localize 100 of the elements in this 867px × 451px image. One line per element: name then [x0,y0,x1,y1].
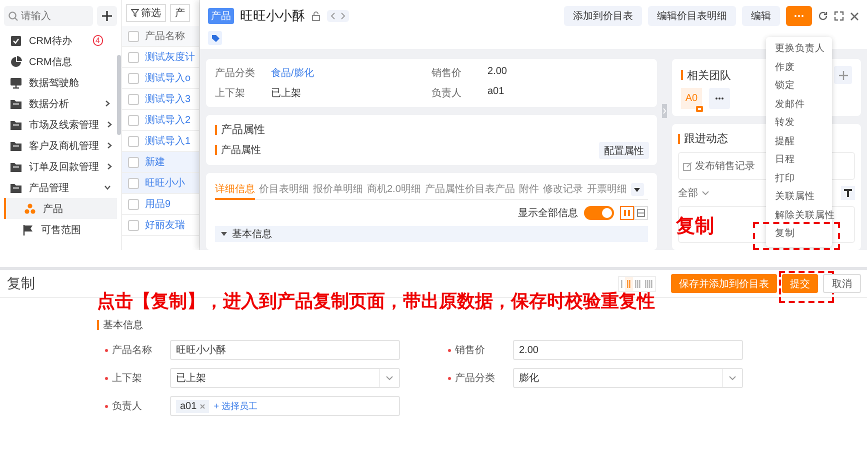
configure-button[interactable]: 配置属性 [599,142,649,159]
view-mode-button[interactable] [625,276,633,290]
sidebar-item[interactable]: 市场及线索管理 [4,114,117,135]
chevron-down-icon [104,184,111,191]
product-link[interactable]: 测试灰度计 [145,50,195,64]
toolbar-button[interactable]: 产 [170,4,190,22]
checkbox[interactable] [128,30,139,42]
annotation-text: 点击【复制】，进入到产品复制页面，带出原数据，保存时校验重复性 [97,291,655,311]
menu-item[interactable]: 日程 [766,151,832,170]
table-row[interactable]: 测试导入3 [122,89,199,110]
checkbox[interactable] [128,198,139,210]
menu-item[interactable]: 打印 [766,170,832,188]
select-field[interactable]: 已上架 [170,368,400,388]
sidebar-item[interactable]: 可售范围 [4,219,117,240]
select-field[interactable]: 膨化 [513,368,743,388]
menu-item[interactable]: 更换负责人 [766,40,832,58]
table-row[interactable]: 测试导入2 [122,110,199,131]
product-link[interactable]: 旺旺小小 [145,176,185,190]
refresh-icon[interactable] [818,11,828,21]
menu-item[interactable]: 作废 [766,58,832,77]
sidebar-item[interactable]: 产品管理 [4,177,117,198]
more-button[interactable] [786,6,812,26]
toggle-switch[interactable] [584,206,614,220]
section-header[interactable]: 基本信息 [215,226,648,242]
menu-item[interactable]: 关联属性 [766,188,832,206]
sidebar-item[interactable]: 订单及回款管理 [4,156,117,177]
filter-dropdown[interactable]: 全部 [678,186,709,200]
tab[interactable]: 价目表明细 [259,180,309,200]
menu-item[interactable]: 转发 [766,114,832,132]
sidebar-item[interactable]: 产品 [4,198,117,219]
annotation-text: 复制 [676,215,714,239]
table-row[interactable]: 测试灰度计 [122,47,199,68]
select-employee-link[interactable]: + 选择员工 [214,400,258,412]
checkbox[interactable] [128,220,139,230]
pager[interactable] [327,10,349,22]
action-button[interactable]: 编辑价目表明细 [648,6,736,26]
text-format-button[interactable] [841,186,855,200]
field-label: 销售价 [455,344,485,357]
checkbox[interactable] [128,156,139,168]
tab[interactable]: 开票明细 [586,180,627,200]
person-tag: a01 [176,400,209,412]
product-link[interactable]: 测试导入o [145,71,191,85]
table-row[interactable]: 旺旺小小 [122,173,199,194]
fullscreen-icon[interactable] [834,11,844,21]
tab[interactable]: 附件 [518,180,539,200]
section-label: 产品属性 [221,144,261,157]
table-row[interactable]: 新建 [122,152,199,173]
product-link[interactable]: 测试导入2 [145,113,191,127]
owner-badge-icon [696,106,703,112]
tag-icon[interactable] [208,31,222,45]
action-button[interactable]: 编辑 [742,6,780,26]
input-field[interactable]: 旺旺小小酥 [170,340,400,360]
checkbox[interactable] [128,136,139,146]
product-link[interactable]: 好丽友瑞 [145,218,185,232]
search-field[interactable]: 请输入 [4,6,93,26]
table-row[interactable]: 用品9 [122,194,199,215]
menu-item[interactable]: 复制 [766,225,832,244]
table-row[interactable]: 好丽友瑞 [122,215,199,236]
more-members-button[interactable] [709,88,730,109]
people-field[interactable]: a01 + 选择员工 [170,396,400,416]
flag-icon [22,224,34,236]
dropdown-button[interactable] [379,369,399,387]
sidebar-item[interactable]: 数据分析 [4,93,117,114]
collapse-handle[interactable] [662,104,667,118]
menu-item[interactable]: 提醒 [766,132,832,151]
menu-item[interactable]: 锁定 [766,77,832,96]
add-button[interactable] [97,6,117,26]
product-link[interactable]: 测试导入3 [145,92,191,106]
product-link[interactable]: 用品9 [145,197,171,211]
close-icon[interactable] [850,12,859,20]
remove-icon[interactable] [200,404,205,408]
more-tabs-button[interactable] [630,183,644,196]
sidebar-item[interactable]: CRM待办 4 [4,30,117,51]
sidebar-item[interactable]: CRM信息 [4,51,117,72]
product-link[interactable]: 新建 [145,155,165,169]
action-button[interactable]: 添加到价目表 [564,6,642,26]
dropdown-button[interactable] [722,369,742,387]
filter-button[interactable]: 筛选 [126,4,166,22]
scrollbar[interactable] [117,55,121,135]
sidebar-item[interactable]: 数据驾驶舱 [4,72,117,93]
product-link[interactable]: 测试导入1 [145,134,191,148]
tab[interactable]: 产品属性价目表产品 [424,180,515,200]
layout-button[interactable] [620,206,634,220]
sidebar-item[interactable]: 客户及商机管理 [4,135,117,156]
menu-item[interactable]: 发邮件 [766,96,832,114]
checkbox[interactable] [128,114,139,126]
card-title: 相关团队 [687,68,731,82]
input-field[interactable]: 2.00 [513,340,743,360]
tab[interactable]: 报价单明细 [313,180,363,200]
accent-bar [97,320,99,330]
field-link[interactable]: 食品/膨化 [271,66,432,80]
checkbox[interactable] [128,94,139,104]
table-row[interactable]: 测试导入o [122,68,199,89]
action-button[interactable]: 取消 [823,274,861,293]
tab[interactable]: 修改记录 [542,180,583,200]
tab[interactable]: 商机2.0明细 [367,180,421,200]
checkbox[interactable] [128,178,139,188]
checkbox[interactable] [128,52,139,62]
checkbox[interactable] [128,72,139,84]
add-member-button[interactable] [834,66,852,84]
